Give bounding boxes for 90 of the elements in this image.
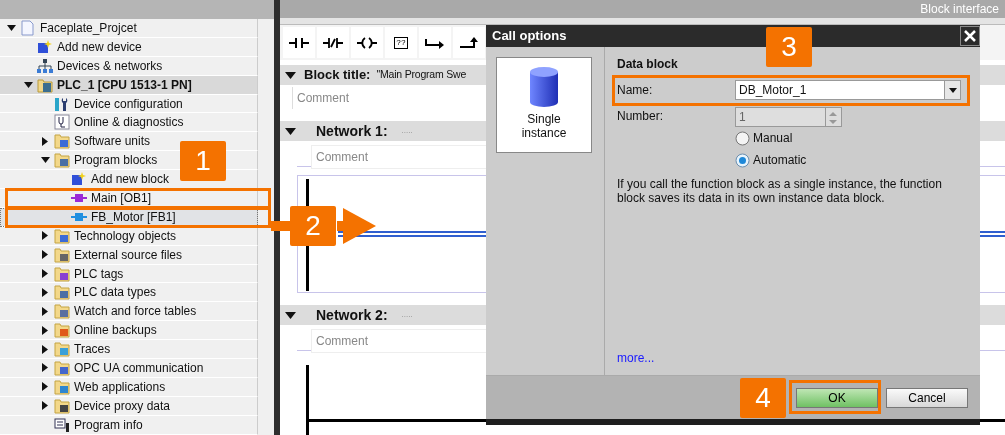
- diagnostics-icon: [54, 114, 70, 131]
- folder-icon: [54, 284, 70, 301]
- cancel-button[interactable]: Cancel: [886, 387, 968, 408]
- caret-right-icon[interactable]: [42, 306, 48, 316]
- network-subtitle: .....: [401, 125, 413, 137]
- caret-right-icon[interactable]: [42, 325, 48, 335]
- caret-right-icon[interactable]: [42, 287, 48, 297]
- instance-option-card[interactable]: Single instance: [496, 57, 592, 153]
- toolbar-button[interactable]: ??: [385, 27, 417, 58]
- step-number-badge: 2: [290, 206, 336, 246]
- toolbar-button[interactable]: [283, 27, 315, 58]
- ok-button[interactable]: OK: [796, 387, 878, 408]
- caret-right-icon[interactable]: [42, 344, 48, 354]
- caret-down-icon[interactable]: [23, 81, 33, 88]
- tree-item[interactable]: PLC data types: [0, 283, 258, 303]
- folder-icon: [54, 133, 70, 150]
- panel-title: Block interface: [920, 1, 999, 18]
- block-title-value: "Main Program Swe: [376, 67, 467, 83]
- field-label: Number:: [617, 108, 664, 125]
- tree-item[interactable]: Faceplate_Projcet: [0, 19, 258, 38]
- tree-item[interactable]: Watch and force tables: [0, 302, 258, 322]
- folder-icon: [54, 378, 70, 395]
- folder-icon: [54, 246, 70, 263]
- caret-right-icon[interactable]: [42, 231, 48, 241]
- tree-item[interactable]: PLC tags: [0, 264, 258, 284]
- toolbar-button[interactable]: [453, 27, 485, 58]
- database-icon: [529, 66, 559, 108]
- close-icon: [964, 30, 976, 42]
- tree-item[interactable]: OPC UA communication: [0, 359, 258, 378]
- section-title: Data block: [617, 56, 679, 73]
- network-title: Network 2:: [316, 305, 388, 325]
- caret-right-icon[interactable]: [42, 250, 48, 260]
- add-item-icon: [71, 171, 87, 188]
- arrow-icon: [271, 206, 376, 246]
- network-subtitle: .....: [401, 309, 413, 321]
- tree-item[interactable]: Online backups: [0, 321, 258, 341]
- folder-icon: [54, 322, 70, 339]
- caret-down-icon[interactable]: [40, 157, 50, 164]
- caret-right-icon[interactable]: [42, 382, 48, 392]
- caret-down-icon: [948, 87, 957, 93]
- tree-item[interactable]: Device proxy data: [0, 396, 258, 416]
- name-dropdown[interactable]: DB_Motor_1: [735, 80, 961, 100]
- wrench-icon: [54, 95, 70, 112]
- folder-icon: [54, 227, 70, 244]
- tree-item[interactable]: External source files: [0, 245, 258, 265]
- tree-item[interactable]: Main [OB1]: [0, 189, 258, 208]
- folder-icon: [54, 303, 70, 320]
- description-text: If you call the function block as a single instance, the function block saves its data in its own instance data block.: [617, 177, 943, 205]
- caret-down-icon[interactable]: [6, 24, 16, 31]
- caret-down-icon[interactable]: [285, 127, 296, 135]
- comment-field[interactable]: Comment: [292, 87, 353, 109]
- folder-icon: [54, 397, 70, 414]
- folder-icon: [54, 341, 70, 358]
- step-number-badge: 1: [180, 141, 226, 181]
- toolbar-button[interactable]: [419, 27, 451, 58]
- radio-option[interactable]: Automatic: [735, 149, 972, 171]
- document-icon: [20, 19, 36, 36]
- step-number-badge: 3: [766, 27, 812, 67]
- caret-right-icon[interactable]: [42, 269, 48, 278]
- caret-right-icon[interactable]: [42, 136, 48, 146]
- dialog-title: Call options: [492, 27, 567, 46]
- radio-option[interactable]: Manual: [735, 127, 972, 149]
- plc-icon: [37, 76, 53, 93]
- tree-item[interactable]: Traces: [0, 340, 258, 360]
- tree-item[interactable]: Web applications: [0, 377, 258, 397]
- close-button[interactable]: [960, 26, 980, 46]
- caret-right-icon[interactable]: [42, 401, 48, 411]
- caret-right-icon[interactable]: [42, 363, 48, 373]
- program-info-icon: [54, 416, 70, 433]
- tree-item[interactable]: Technology objects: [0, 226, 258, 246]
- more-link[interactable]: more...: [617, 349, 972, 367]
- tree-item[interactable]: Online & diagnostics: [0, 113, 258, 133]
- folder-icon: [54, 265, 70, 282]
- folder-icon: [54, 359, 70, 376]
- coil-icon: [357, 34, 377, 51]
- add-item-icon: [37, 38, 53, 55]
- toolbar-button[interactable]: [317, 27, 349, 58]
- network-icon: [37, 57, 53, 74]
- tree-item[interactable]: Program info: [0, 415, 258, 435]
- toolbar-button[interactable]: [351, 27, 383, 58]
- step-number-badge: 4: [740, 378, 786, 418]
- tree-item[interactable]: Add new device: [0, 37, 258, 57]
- section-title: Block title:: [304, 66, 371, 85]
- tree-item[interactable]: Devices & networks: [0, 56, 258, 76]
- network-title: Network 1:: [316, 121, 388, 141]
- tree-item[interactable]: Device configuration: [0, 94, 258, 114]
- folder-icon: [54, 152, 70, 169]
- field-label: Name:: [617, 82, 654, 99]
- caret-down-icon[interactable]: [285, 71, 296, 79]
- caret-down-icon[interactable]: [285, 311, 296, 319]
